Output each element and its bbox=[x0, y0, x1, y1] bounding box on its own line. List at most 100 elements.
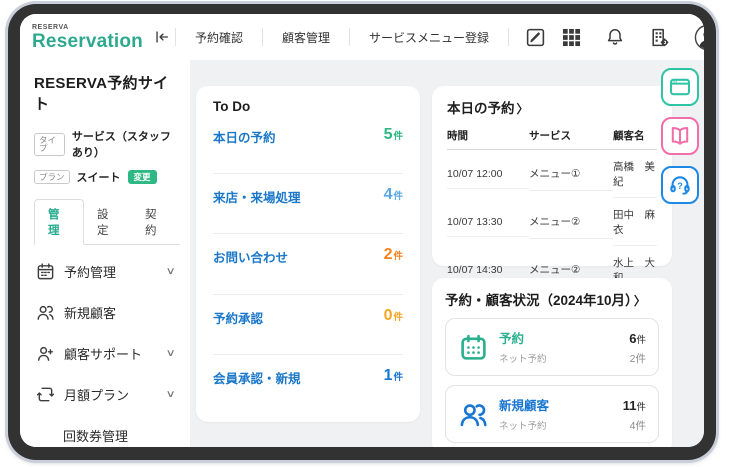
sidebar-menu: 予約管理 ∨ 新規顧客 顧客サポート ∨ 月 bbox=[34, 251, 180, 447]
todo-item-inquiries[interactable]: お問い合わせ 2件 bbox=[213, 234, 403, 294]
brand-name-text: Reservation bbox=[32, 32, 143, 51]
nav-item-reservation-check[interactable]: 予約確認 bbox=[176, 29, 262, 46]
plan-badge: プラン bbox=[34, 170, 70, 185]
user-plus-icon bbox=[36, 344, 55, 363]
sidebar-item-new-customers[interactable]: 新規顧客 bbox=[34, 292, 180, 333]
todo-card: To Do 本日の予約 5件 来店・来場処理 4件 お問い合わせ 2件 予約承 bbox=[196, 86, 420, 422]
sidebar-item-customer-support[interactable]: 顧客サポート ∨ bbox=[34, 333, 180, 374]
sidebar-tabs: 管理 設定 契約 bbox=[34, 199, 180, 245]
status-reservations-body: 予約 6件 ネット予約 2件 bbox=[499, 328, 646, 366]
calendar-icon bbox=[36, 262, 55, 281]
header-icons bbox=[562, 24, 704, 51]
calendar-icon bbox=[458, 332, 488, 362]
sidebar-item-monthly-plan[interactable]: 月額プラン ∨ bbox=[34, 374, 180, 415]
apps-grid-button[interactable] bbox=[562, 28, 581, 47]
cell-service: メニュー② bbox=[529, 206, 613, 239]
todo-item-label[interactable]: 本日の予約 bbox=[213, 127, 276, 146]
status-reservations-card[interactable]: 予約 6件 ネット予約 2件 bbox=[445, 318, 659, 376]
sidebar-item-label: 予約管理 bbox=[64, 262, 158, 281]
sidebar-item-label: 新規顧客 bbox=[64, 303, 165, 322]
table-header-row: 時間 サービス 顧客名 bbox=[447, 124, 657, 150]
status-new-customers-body: 新規顧客 11件 ネット予約 4件 bbox=[499, 395, 646, 433]
status-reservations-label[interactable]: 予約 bbox=[499, 328, 524, 347]
edit-pencil-icon bbox=[525, 27, 546, 48]
top-header: RESERVA Reservation 予約確認 顧客管理 サービスメニュー登録 bbox=[20, 14, 704, 60]
todo-item-count: 5件 bbox=[384, 127, 403, 143]
tab-settings[interactable]: 設定 bbox=[84, 200, 132, 244]
brand-small-text: RESERVA bbox=[32, 24, 143, 31]
brand-logo: RESERVA Reservation bbox=[32, 24, 143, 51]
cell-time: 10/07 12:00 bbox=[447, 159, 529, 189]
cell-time: 10/07 13:30 bbox=[447, 207, 529, 237]
tab-contract[interactable]: 契約 bbox=[132, 200, 180, 244]
notifications-button[interactable] bbox=[605, 27, 625, 47]
browser-window-icon bbox=[668, 75, 692, 99]
floating-buttons: ? bbox=[661, 68, 699, 204]
todo-item-label[interactable]: 会員承認・新規 bbox=[213, 368, 301, 387]
bell-icon bbox=[605, 27, 625, 47]
facility-settings-button[interactable] bbox=[649, 27, 670, 48]
users-icon bbox=[36, 303, 55, 322]
today-reservations-title[interactable]: 本日の予約〉 bbox=[447, 97, 657, 117]
sidebar-item-reservation-management[interactable]: 予約管理 ∨ bbox=[34, 251, 180, 292]
column-time: 時間 bbox=[447, 124, 529, 150]
status-new-customers-label[interactable]: 新規顧客 bbox=[499, 395, 549, 414]
site-preview-button[interactable] bbox=[661, 68, 699, 106]
svg-text:?: ? bbox=[677, 181, 683, 191]
cell-service: メニュー① bbox=[529, 158, 613, 191]
today-reservations-card: 本日の予約〉 時間 サービス 顧客名 10/07 12:00 メニュー① 高橋 … bbox=[432, 86, 672, 266]
status-new-customers-sub-label: ネット予約 bbox=[499, 418, 547, 433]
site-title: RESERVA予約サイト bbox=[34, 72, 180, 114]
help-button[interactable]: ? bbox=[661, 166, 699, 204]
sidebar-collapse-button[interactable] bbox=[153, 26, 171, 48]
todo-item-count: 2件 bbox=[384, 247, 403, 263]
status-reservations-count: 6件 bbox=[629, 331, 646, 346]
status-reservations-sub-label: ネット予約 bbox=[499, 351, 547, 366]
edit-button[interactable] bbox=[509, 27, 562, 48]
status-title[interactable]: 予約・顧客状況（2024年10月）〉 bbox=[445, 289, 659, 309]
help-headset-icon: ? bbox=[668, 173, 692, 197]
todo-item-count: 0件 bbox=[384, 308, 403, 324]
todo-item-count: 1件 bbox=[384, 368, 403, 384]
table-row[interactable]: 10/07 12:00 メニュー① 高橋 美紀 bbox=[447, 150, 657, 198]
cell-customer: 高橋 美紀 bbox=[613, 150, 657, 198]
status-card: 予約・顧客状況（2024年10月）〉 予約 6件 bbox=[432, 278, 672, 447]
device-frame: RESERVA Reservation 予約確認 顧客管理 サービスメニュー登録 bbox=[8, 4, 716, 460]
table-row[interactable]: 10/07 13:30 メニュー② 田中 麻衣 bbox=[447, 198, 657, 246]
sidebar: RESERVA予約サイト タイプ サービス（スタッフあり） プラン スイート 変… bbox=[20, 60, 190, 447]
status-new-customers-count: 11件 bbox=[623, 398, 646, 413]
chevron-down-icon: ∨ bbox=[165, 389, 175, 400]
chevron-down-icon: ∨ bbox=[165, 266, 175, 277]
column-service: サービス bbox=[529, 124, 613, 150]
account-avatar[interactable] bbox=[694, 24, 704, 51]
tab-management[interactable]: 管理 bbox=[34, 199, 84, 245]
todo-title: To Do bbox=[213, 99, 403, 114]
todo-item-count: 4件 bbox=[384, 187, 403, 203]
app-body: RESERVA予約サイト タイプ サービス（スタッフあり） プラン スイート 変… bbox=[20, 60, 704, 447]
sidebar-item-label: 回数券管理 bbox=[63, 426, 178, 445]
nav-item-customer-management[interactable]: 顧客管理 bbox=[263, 29, 349, 46]
todo-item-label[interactable]: お問い合わせ bbox=[213, 247, 288, 266]
header-nav: 予約確認 顧客管理 サービスメニュー登録 bbox=[175, 14, 562, 60]
plan-change-button[interactable]: 変更 bbox=[128, 170, 157, 184]
type-badge: タイプ bbox=[34, 133, 65, 156]
manual-button[interactable] bbox=[661, 117, 699, 155]
todo-item-reservation-approval[interactable]: 予約承認 0件 bbox=[213, 295, 403, 355]
todo-item-label[interactable]: 予約承認 bbox=[213, 308, 263, 327]
site-type-row: タイプ サービス（スタッフあり） bbox=[34, 128, 180, 160]
todo-item-label[interactable]: 来店・来場処理 bbox=[213, 187, 301, 206]
sidebar-item-ticket-management[interactable]: 回数券管理 bbox=[34, 415, 180, 447]
status-new-customers-card[interactable]: 新規顧客 11件 ネット予約 4件 bbox=[445, 385, 659, 443]
status-reservations-sub-count: 2件 bbox=[630, 351, 646, 366]
todo-item-member-approval[interactable]: 会員承認・新規 1件 bbox=[213, 355, 403, 414]
app-screen: RESERVA Reservation 予約確認 顧客管理 サービスメニュー登録 bbox=[20, 14, 704, 447]
sidebar-item-label: 月額プラン bbox=[64, 385, 158, 404]
plan-value: スイート bbox=[77, 169, 121, 185]
todo-item-today-reservations[interactable]: 本日の予約 5件 bbox=[213, 114, 403, 174]
nav-item-service-menu-register[interactable]: サービスメニュー登録 bbox=[350, 29, 508, 46]
apps-grid-icon bbox=[562, 28, 581, 47]
building-gear-icon bbox=[649, 27, 670, 48]
type-value: サービス（スタッフあり） bbox=[72, 128, 180, 160]
todo-item-checkin-processing[interactable]: 来店・来場処理 4件 bbox=[213, 174, 403, 234]
column-customer: 顧客名 bbox=[613, 124, 657, 150]
